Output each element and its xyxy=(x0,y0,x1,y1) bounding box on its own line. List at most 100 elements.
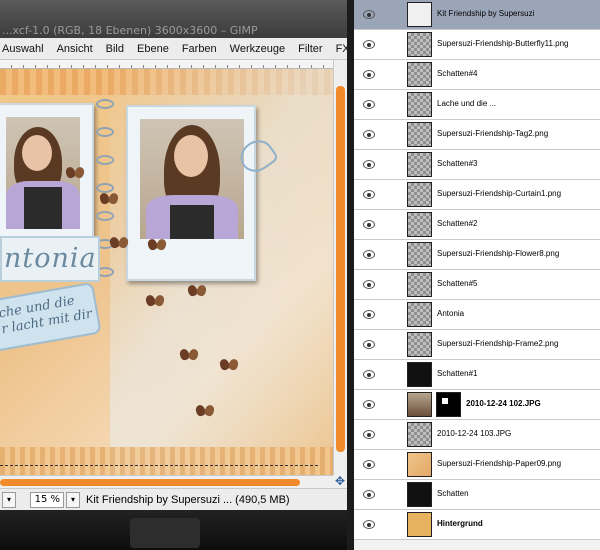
layer-mask-thumbnail[interactable] xyxy=(436,392,461,417)
layer-name[interactable]: Supersuzi-Friendship-Butterfly11.png xyxy=(437,39,568,48)
layers-panel-empty-area xyxy=(354,540,600,550)
visibility-eye-icon[interactable] xyxy=(363,70,375,79)
spiral-ring xyxy=(96,127,114,137)
layer-name[interactable]: Schatten xyxy=(437,489,469,498)
horizontal-scrollbar[interactable] xyxy=(0,475,333,488)
layer-row[interactable]: Schatten xyxy=(354,480,600,510)
zoom-field[interactable]: 15 % xyxy=(30,491,64,508)
layer-name[interactable]: Supersuzi-Friendship-Flower8.png xyxy=(437,249,559,258)
layer-name[interactable]: Schatten#2 xyxy=(437,219,477,228)
visibility-eye-icon[interactable] xyxy=(363,160,375,169)
menu-werkzeuge[interactable]: Werkzeuge xyxy=(224,43,292,55)
visibility-eye-icon[interactable] xyxy=(363,400,375,409)
layer-row[interactable]: 2010-12-24 103.JPG xyxy=(354,420,600,450)
layer-boundary xyxy=(0,465,318,466)
layer-name[interactable]: Kit Friendship by Supersuzi xyxy=(437,9,534,18)
layer-name[interactable]: Hintergrund xyxy=(437,519,483,528)
visibility-eye-icon[interactable] xyxy=(363,460,375,469)
layer-name[interactable]: 2010-12-24 102.JPG xyxy=(466,399,541,408)
layer-thumbnail[interactable] xyxy=(407,482,432,507)
layer-row[interactable]: Supersuzi-Friendship-Tag2.png xyxy=(354,120,600,150)
horizontal-ruler[interactable] xyxy=(0,60,333,69)
layer-row[interactable]: Schatten#5 xyxy=(354,270,600,300)
menu-farben[interactable]: Farben xyxy=(176,43,224,55)
zoom-dropdown[interactable]: ▾ xyxy=(66,491,80,508)
visibility-eye-icon[interactable] xyxy=(363,370,375,379)
visibility-eye-icon[interactable] xyxy=(363,280,375,289)
visibility-eye-icon[interactable] xyxy=(363,10,375,19)
layer-thumbnail[interactable] xyxy=(407,92,432,117)
layer-row[interactable]: Lache und die ... xyxy=(354,90,600,120)
layer-row[interactable]: Supersuzi-Friendship-Frame2.png xyxy=(354,330,600,360)
menu-filter[interactable]: Filter xyxy=(292,43,329,55)
menu-ansicht[interactable]: Ansicht xyxy=(51,43,100,55)
layer-thumbnail[interactable] xyxy=(407,362,432,387)
layer-thumbnail[interactable] xyxy=(407,122,432,147)
layer-thumbnail[interactable] xyxy=(407,422,432,447)
layer-name[interactable]: Schatten#1 xyxy=(437,369,477,378)
menu-auswahl[interactable]: Auswahl xyxy=(0,43,51,55)
menu-fx-foundry[interactable]: FX-Fou xyxy=(330,43,347,55)
layer-row[interactable]: Schatten#3 xyxy=(354,150,600,180)
layer-name[interactable]: Schatten#4 xyxy=(437,69,477,78)
layer-row[interactable]: Supersuzi-Friendship-Butterfly11.png xyxy=(354,30,600,60)
layer-thumbnail[interactable] xyxy=(407,152,432,177)
layer-row[interactable]: 2010-12-24 102.JPG xyxy=(354,390,600,420)
layer-row[interactable]: Schatten#2 xyxy=(354,210,600,240)
layer-thumbnail[interactable] xyxy=(407,392,432,417)
visibility-eye-icon[interactable] xyxy=(363,340,375,349)
menu-ebene[interactable]: Ebene xyxy=(131,43,176,55)
layer-row[interactable]: Hintergrund xyxy=(354,510,600,540)
layer-row[interactable]: Schatten#1 xyxy=(354,360,600,390)
visibility-eye-icon[interactable] xyxy=(363,40,375,49)
butterfly xyxy=(66,167,84,179)
layer-thumbnail[interactable] xyxy=(407,212,432,237)
visibility-eye-icon[interactable] xyxy=(363,490,375,499)
name-plate: ntonia xyxy=(0,236,100,282)
vertical-scroll-thumb[interactable] xyxy=(336,86,345,452)
butterfly xyxy=(188,285,206,297)
layer-thumbnail[interactable] xyxy=(407,512,432,537)
layer-row[interactable]: Kit Friendship by Supersuzi xyxy=(354,0,600,30)
layer-thumbnail[interactable] xyxy=(407,332,432,357)
layer-name[interactable]: Supersuzi-Friendship-Curtain1.png xyxy=(437,189,561,198)
layer-thumbnail[interactable] xyxy=(407,242,432,267)
menu-bild[interactable]: Bild xyxy=(100,43,131,55)
visibility-eye-icon[interactable] xyxy=(363,310,375,319)
layer-thumbnail[interactable] xyxy=(407,182,432,207)
layer-thumbnail[interactable] xyxy=(407,32,432,57)
image-canvas[interactable]: ntonia che und die r lacht mit dir xyxy=(0,69,333,475)
layer-row[interactable]: Supersuzi-Friendship-Flower8.png xyxy=(354,240,600,270)
unit-dropdown[interactable]: ▾ xyxy=(2,491,16,508)
visibility-eye-icon[interactable] xyxy=(363,430,375,439)
layer-row[interactable]: Schatten#4 xyxy=(354,60,600,90)
layer-name[interactable]: Lache und die ... xyxy=(437,99,496,108)
horizontal-scroll-thumb[interactable] xyxy=(0,479,300,486)
layer-name[interactable]: Antonia xyxy=(437,309,464,318)
visibility-eye-icon[interactable] xyxy=(363,130,375,139)
layer-row[interactable]: Antonia xyxy=(354,300,600,330)
visibility-eye-icon[interactable] xyxy=(363,100,375,109)
layer-name[interactable]: Supersuzi-Friendship-Paper09.png xyxy=(437,459,561,468)
layer-name[interactable]: 2010-12-24 103.JPG xyxy=(437,429,511,438)
layer-thumbnail[interactable] xyxy=(407,2,432,27)
layer-name[interactable]: Schatten#3 xyxy=(437,159,477,168)
visibility-eye-icon[interactable] xyxy=(363,220,375,229)
butterfly xyxy=(196,405,214,417)
visibility-eye-icon[interactable] xyxy=(363,250,375,259)
layer-thumbnail[interactable] xyxy=(407,452,432,477)
layer-row[interactable]: Supersuzi-Friendship-Curtain1.png xyxy=(354,180,600,210)
visibility-eye-icon[interactable] xyxy=(363,520,375,529)
layer-row[interactable]: Supersuzi-Friendship-Paper09.png xyxy=(354,450,600,480)
layer-thumbnail[interactable] xyxy=(407,62,432,87)
visibility-eye-icon[interactable] xyxy=(363,190,375,199)
spiral-ring xyxy=(96,183,114,193)
layer-name[interactable]: Schatten#5 xyxy=(437,279,477,288)
navigate-icon[interactable]: ✥ xyxy=(333,475,347,488)
layer-name[interactable]: Supersuzi-Friendship-Frame2.png xyxy=(437,339,558,348)
vertical-scrollbar[interactable] xyxy=(333,60,347,475)
layer-thumbnail[interactable] xyxy=(407,302,432,327)
layer-name[interactable]: Supersuzi-Friendship-Tag2.png xyxy=(437,129,548,138)
layer-thumbnail[interactable] xyxy=(407,272,432,297)
desktop-object xyxy=(130,518,200,548)
